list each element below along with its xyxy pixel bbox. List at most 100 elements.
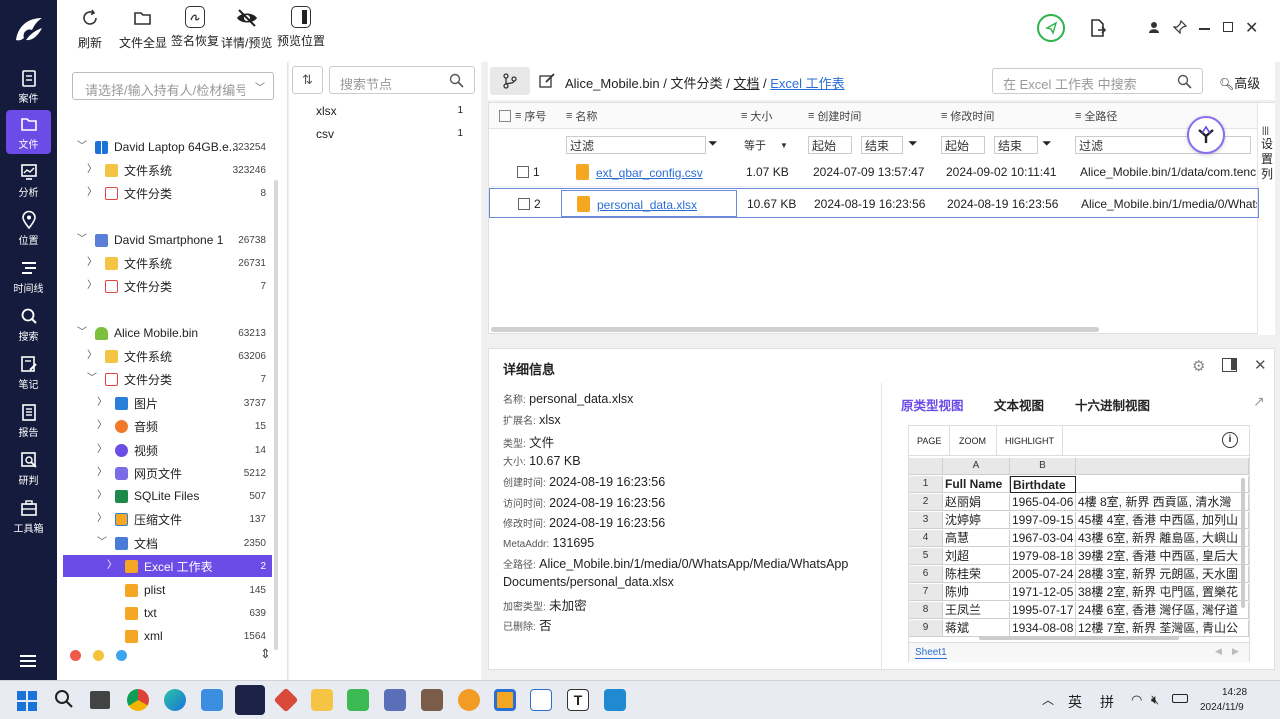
wifi-icon[interactable]: ◠ <box>1131 692 1142 708</box>
sheet-cell[interactable]: 高慧 <box>943 530 1010 547</box>
name-filter-input[interactable]: 过滤 <box>566 136 706 154</box>
edit-path-icon[interactable] <box>539 73 555 92</box>
advanced-search-button[interactable]: 🔍︎高级 <box>1219 73 1260 92</box>
edge-icon[interactable] <box>164 689 186 711</box>
vscode-icon[interactable] <box>604 689 626 711</box>
horizontal-scrollbar[interactable] <box>491 327 1099 332</box>
nav-case[interactable]: 案件 <box>0 64 57 108</box>
chevron-right-icon[interactable]: 〉 <box>87 188 97 198</box>
ime-pinyin-indicator[interactable]: 拼 <box>1100 692 1114 712</box>
sheet-next-icon[interactable]: ▶ <box>1232 646 1239 657</box>
tree-item[interactable]: 〉 图片 3737 <box>57 392 272 414</box>
chevron-down-icon[interactable]: ﹀ <box>77 328 87 338</box>
tree-item[interactable]: 〉 文件系统 63206 <box>57 345 272 367</box>
sheet-cell[interactable]: 43樓 6室, 新界 離島區, 大嶼山 <box>1076 530 1249 547</box>
detail-preview-button[interactable]: 详情/预览 <box>221 6 272 51</box>
table-row[interactable]: 1 ext_qbar_config.csv 1.07 KB 2024-07-09… <box>489 157 1259 187</box>
tree-item[interactable]: xml 1564 <box>57 625 272 647</box>
sheet-cell[interactable] <box>1076 476 1249 493</box>
nav-analysis[interactable]: 分析 <box>0 158 57 202</box>
assistant-float-icon[interactable] <box>1187 116 1225 154</box>
filter-icon[interactable]: ⏷ <box>708 136 718 151</box>
sheet-hscroll[interactable] <box>979 636 1179 640</box>
sheet-cell[interactable]: 12樓 7室, 新界 荃灣區, 青山公 <box>1076 620 1249 637</box>
tree-item[interactable]: 〉 视频 14 <box>57 439 272 461</box>
tree-item[interactable]: 〉 Excel 工作表 2 <box>63 555 272 577</box>
nav-timeline[interactable]: 时间线 <box>0 254 57 298</box>
viewer-page-button[interactable]: PAGE <box>917 436 941 446</box>
header-ctime[interactable]: ≡ 创建时间 <box>808 103 861 129</box>
sheet-cell[interactable]: 刘超 <box>943 548 1010 565</box>
breadcrumb-documents[interactable]: 文档 <box>733 76 759 91</box>
refresh-button[interactable]: 刷新 <box>78 6 102 51</box>
app-viewer-icon[interactable] <box>384 689 406 711</box>
viewer-highlight-button[interactable]: HIGHLIGHT <box>1005 436 1054 446</box>
tree-item[interactable]: ﹀ 文件分类 7 <box>57 368 272 390</box>
collapse-all-icon[interactable]: ⇕ <box>260 646 271 662</box>
row-file-name[interactable]: ext_qbar_config.csv <box>596 166 703 180</box>
export-icon[interactable] <box>1089 18 1107 41</box>
nav-judge[interactable]: 研判 <box>0 446 57 490</box>
app-square-icon[interactable] <box>494 689 516 711</box>
chevron-right-icon[interactable] <box>107 585 117 595</box>
app-avatar-icon[interactable] <box>421 689 443 711</box>
tree-item[interactable]: 〉 文件分类 7 <box>57 275 272 297</box>
tree-item[interactable]: 〉 压缩文件 137 <box>57 508 272 530</box>
close-icon[interactable]: ✕ <box>1254 356 1267 374</box>
sheet-cell[interactable]: Birthdate <box>1010 476 1076 493</box>
nav-notes[interactable]: 笔记 <box>0 350 57 394</box>
restore-icon[interactable] <box>1223 22 1233 32</box>
chrome-icon[interactable] <box>127 689 149 711</box>
task-view-icon[interactable] <box>90 691 110 709</box>
sheet-cell[interactable]: 28樓 3室, 新界 元朗區, 天水圍 <box>1076 566 1249 583</box>
sheet-cell[interactable]: 赵丽娟 <box>943 494 1010 511</box>
chevron-right-icon[interactable]: 〉 <box>87 281 97 291</box>
header-size[interactable]: ≡ 大小 <box>741 103 772 129</box>
nav-location[interactable]: 位置 <box>0 206 57 250</box>
tab-hex-view[interactable]: 十六进制视图 <box>1075 395 1150 414</box>
sheet-cell[interactable]: 45樓 4室, 香港 中西區, 加列山 <box>1076 512 1249 529</box>
chevron-right-icon[interactable] <box>107 631 117 641</box>
sheet-cell[interactable]: 1965-04-06 <box>1010 494 1076 511</box>
pin-icon[interactable] <box>1172 19 1188 37</box>
chevron-right-icon[interactable]: 〉 <box>97 514 107 524</box>
tree-item[interactable]: plist 145 <box>57 579 272 601</box>
node-search-input[interactable]: 搜索节点 <box>329 66 475 94</box>
chevron-right-icon[interactable]: 〉 <box>87 351 97 361</box>
chevron-right-icon[interactable]: 〉 <box>97 491 107 501</box>
tree-item[interactable]: ﹀ Alice Mobile.bin 63213 <box>57 322 272 344</box>
chevron-right-icon[interactable]: 〉 <box>97 421 107 431</box>
nav-search[interactable]: 搜索 <box>0 302 57 346</box>
sheet-cell[interactable]: 38樓 2室, 新界 屯門區, 置樂花 <box>1076 584 1249 601</box>
file-explorer-icon[interactable] <box>311 689 333 711</box>
tab-native-view[interactable]: 原类型视图 <box>901 395 964 414</box>
preview-position-button[interactable]: 预览位置 <box>277 6 325 49</box>
chevron-right-icon[interactable]: 〉 <box>87 165 97 175</box>
filter-icon[interactable]: ⏷ <box>908 136 918 151</box>
tree-item[interactable]: 〉 文件分类 8 <box>57 182 272 204</box>
user-icon[interactable] <box>1148 21 1160 36</box>
filter-icon[interactable]: ⏷ <box>1042 136 1052 151</box>
header-name[interactable]: ≡ 名称 <box>566 103 597 129</box>
clock-time[interactable]: 14:28 <box>1222 687 1247 698</box>
viewer-info-icon[interactable]: i <box>1222 432 1238 448</box>
sheet-cell[interactable]: 39樓 2室, 香港 中西區, 皇后大 <box>1076 548 1249 565</box>
row-checkbox[interactable] <box>518 198 530 210</box>
table-row-selected[interactable]: 2 personal_data.xlsx 10.67 KB 2024-08-19… <box>489 188 1259 218</box>
branch-button[interactable] <box>490 67 530 95</box>
node-item-xlsx[interactable]: xlsx 1 <box>289 100 469 122</box>
chevron-down-icon[interactable]: ﹀ <box>97 538 107 548</box>
tree-item[interactable]: 〉 音频 15 <box>57 415 272 437</box>
tray-chevron-icon[interactable]: ︿ <box>1042 691 1054 708</box>
sheet-cell[interactable]: 4樓 8室, 新界 西貢區, 清水灣 <box>1076 494 1249 511</box>
ctime-start-input[interactable]: 起始 <box>808 136 852 154</box>
chevron-right-icon[interactable]: 〉 <box>107 561 117 571</box>
tree-item[interactable]: 〉 文件系统 26731 <box>57 252 272 274</box>
open-external-icon[interactable]: ↗ <box>1253 393 1265 410</box>
list-search-input[interactable]: 在 Excel 工作表 中搜索 <box>992 68 1203 94</box>
clock-date[interactable]: 2024/11/9 <box>1200 702 1244 713</box>
sheet-prev-icon[interactable]: ◀ <box>1215 646 1222 657</box>
tree-item[interactable]: 〉 SQLite Files 507 <box>57 485 272 507</box>
app-shield-icon[interactable] <box>201 689 223 711</box>
sheet-tab[interactable]: Sheet1 <box>915 647 947 659</box>
